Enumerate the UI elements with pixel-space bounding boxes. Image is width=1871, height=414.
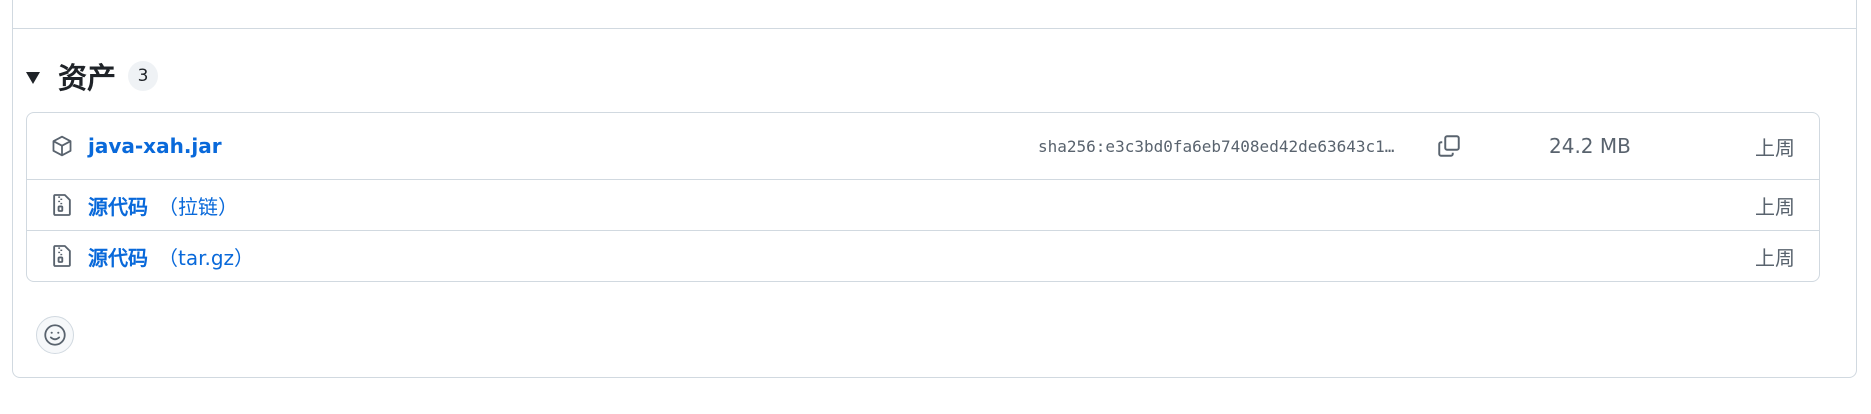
- file-zip-icon: [51, 192, 73, 218]
- assets-count-badge: 3: [128, 61, 159, 91]
- assets-header[interactable]: 资产 3: [26, 56, 159, 96]
- package-icon: [51, 133, 73, 159]
- asset-time: 上周: [1755, 194, 1795, 219]
- asset-time: 上周: [1755, 245, 1795, 270]
- copy-icon[interactable]: [1434, 131, 1464, 161]
- asset-link-suffix: （tar.gz）: [158, 245, 255, 270]
- asset-size: 24.2 MB: [1549, 134, 1631, 158]
- add-reaction-button[interactable]: [36, 316, 74, 354]
- asset-link-source-targz[interactable]: 源代码 （tar.gz）: [88, 242, 254, 271]
- file-zip-icon: [51, 243, 73, 269]
- asset-link-label: 源代码: [88, 194, 148, 219]
- asset-link-suffix: （拉链）: [158, 194, 238, 219]
- asset-row: java-xah.jar sha256:e3c3bd0fa6eb7408ed42…: [27, 113, 1819, 179]
- asset-link-label: 源代码: [88, 245, 148, 270]
- asset-time: 上周: [1755, 135, 1795, 160]
- assets-list: java-xah.jar sha256:e3c3bd0fa6eb7408ed42…: [26, 112, 1820, 282]
- asset-sha256: sha256:e3c3bd0fa6eb7408ed42de63643c1…: [1038, 136, 1395, 156]
- asset-row: 源代码 （拉链） 上周: [27, 179, 1819, 230]
- assets-title: 资产: [58, 61, 117, 95]
- asset-link-jar[interactable]: java-xah.jar: [88, 134, 222, 158]
- smiley-icon: [44, 324, 66, 346]
- asset-link-source-zip[interactable]: 源代码 （拉链）: [88, 191, 238, 220]
- divider: [13, 28, 1856, 29]
- asset-row: 源代码 （tar.gz） 上周: [27, 230, 1819, 281]
- caret-down-icon[interactable]: [26, 72, 40, 84]
